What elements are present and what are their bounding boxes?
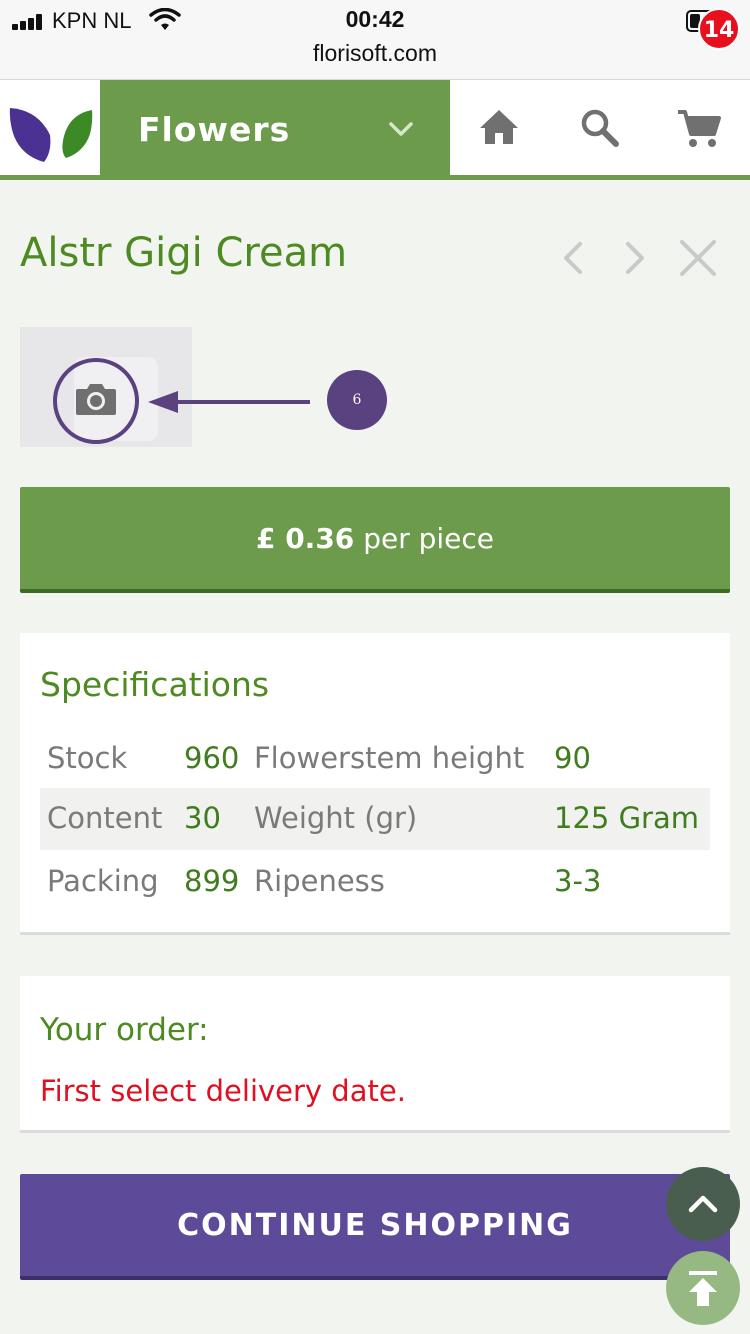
- chevron-up-icon: [688, 1195, 718, 1213]
- price-amount: £ 0.36: [255, 522, 355, 555]
- search-icon[interactable]: [574, 102, 624, 152]
- annotation-arrow-icon: [148, 391, 310, 413]
- camera-icon: [76, 384, 116, 415]
- home-icon[interactable]: [474, 102, 524, 152]
- order-error-message: First select delivery date.: [40, 1074, 406, 1108]
- spec-value-stem-height: 90: [554, 741, 591, 775]
- order-card: Your order: First select delivery date.: [20, 976, 730, 1133]
- spec-row: Content 30 Weight (gr) 125 Gram: [40, 788, 710, 850]
- logo-icon[interactable]: [0, 80, 100, 180]
- spec-label-stock: Stock: [47, 741, 128, 775]
- spec-value-stock: 960: [184, 741, 240, 775]
- status-time: 00:42: [345, 6, 405, 32]
- product-title: Alstr Gigi Cream: [20, 230, 348, 276]
- close-icon[interactable]: [676, 236, 720, 280]
- spec-label-packing: Packing: [47, 864, 159, 898]
- price-bar: £ 0.36 per piece: [20, 487, 730, 593]
- specifications-title: Specifications: [40, 665, 270, 704]
- status-bar: KPN NL 00:42 florisoft.com: [0, 0, 750, 80]
- scroll-up-button[interactable]: [666, 1167, 740, 1241]
- order-title: Your order:: [40, 1012, 209, 1048]
- chevron-right-icon[interactable]: [612, 236, 656, 280]
- category-dropdown[interactable]: Flowers: [100, 80, 450, 180]
- page-url[interactable]: florisoft.com: [0, 40, 750, 67]
- chevron-down-icon: [389, 122, 413, 136]
- scroll-to-top-button[interactable]: [666, 1251, 740, 1325]
- category-label: Flowers: [138, 110, 291, 149]
- app-header: Flowers: [0, 80, 750, 180]
- specifications-card: Specifications Stock 960 Flowerstem heig…: [20, 633, 730, 935]
- cart-icon[interactable]: [674, 102, 724, 152]
- spec-value-weight: 125 Gram: [554, 801, 699, 835]
- spec-label-content: Content: [47, 801, 163, 835]
- spec-row: Packing 899 Ripeness 3-3: [40, 851, 710, 913]
- cart-count-badge: 14: [698, 8, 740, 50]
- price-unit: per piece: [363, 522, 495, 555]
- continue-shopping-button[interactable]: CONTINUE SHOPPING: [20, 1174, 730, 1280]
- chevron-left-icon[interactable]: [552, 236, 596, 280]
- spec-value-ripeness: 3-3: [554, 864, 602, 898]
- spec-label-stem-height: Flowerstem height: [254, 741, 525, 775]
- spec-row: Stock 960 Flowerstem height 90: [40, 728, 710, 790]
- spec-label-weight: Weight (gr): [254, 801, 418, 835]
- spec-value-content: 30: [184, 801, 221, 835]
- spec-value-packing: 899: [184, 864, 240, 898]
- arrow-to-top-icon: [689, 1271, 717, 1306]
- annotation-badge: 6: [327, 370, 387, 430]
- spec-label-ripeness: Ripeness: [254, 864, 385, 898]
